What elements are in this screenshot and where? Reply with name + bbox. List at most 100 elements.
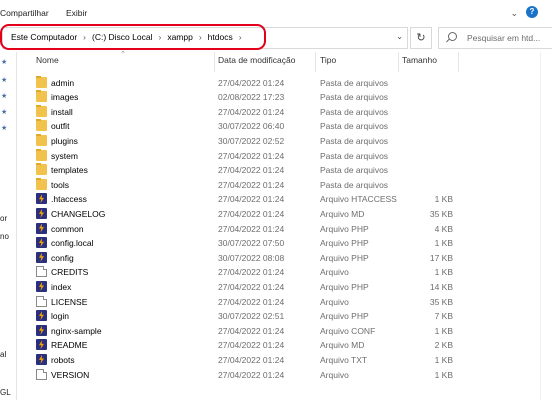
list-item[interactable]: config 30/07/2022 08:08 Arquivo PHP 17 KB — [30, 251, 460, 266]
file-type: Pasta de arquivos — [320, 121, 389, 132]
search-icon — [448, 32, 457, 41]
list-item[interactable]: nginx-sample 27/04/2022 01:24 Arquivo CONF… — [30, 324, 460, 339]
file-name: LICENSE — [51, 296, 88, 307]
list-item[interactable]: .htaccess 27/04/2022 01:24 Arquivo HTACCES… — [30, 192, 460, 207]
file-type: Arquivo MD — [320, 208, 365, 219]
file-name: nginx-sample — [51, 325, 102, 336]
file-name: plugins — [51, 135, 78, 146]
file-type: Arquivo PHP — [320, 311, 369, 322]
file-type: Arquivo PHP — [320, 238, 369, 249]
file-name: images — [51, 92, 79, 103]
column-divider[interactable] — [214, 52, 215, 72]
file-size: 1 KB — [434, 325, 453, 336]
file-type: Arquivo — [320, 296, 349, 307]
file-date: 27/04/2022 01:24 — [218, 369, 285, 380]
list-item[interactable]: README 27/04/2022 01:24 Arquivo MD 2 KB — [30, 338, 460, 353]
xampp-file-icon — [36, 222, 47, 234]
list-item[interactable]: install 27/04/2022 01:24 Pasta de arquivos — [30, 104, 460, 120]
column-divider[interactable] — [458, 52, 459, 72]
xampp-file-icon — [36, 207, 47, 219]
nav-item-cropped[interactable]: al — [0, 350, 6, 359]
nav-item-cropped[interactable]: no — [0, 232, 9, 241]
file-date: 27/04/2022 01:24 — [218, 77, 285, 88]
file-type: Arquivo PHP — [320, 281, 369, 292]
file-size: 35 KB — [429, 296, 453, 307]
folder-icon — [36, 119, 47, 132]
list-item[interactable]: login 30/07/2022 02:51 Arquivo PHP 7 KB — [30, 309, 460, 324]
file-type: Pasta de arquivos — [320, 135, 389, 146]
list-item[interactable]: robots 27/04/2022 01:24 Arquivo TXT 1 KB — [30, 353, 460, 368]
list-item[interactable]: tools 27/04/2022 01:24 Pasta de arquivos — [30, 177, 460, 193]
list-item[interactable]: VERSION 27/04/2022 01:24 Arquivo 1 KB — [30, 368, 460, 383]
column-header-size[interactable]: Tamanho — [402, 55, 437, 65]
file-type: Arquivo PHP — [320, 252, 369, 263]
nav-item-cropped[interactable]: GL — [0, 388, 11, 397]
pin-icon[interactable]: ★ — [1, 124, 7, 132]
list-item[interactable]: admin 27/04/2022 01:24 Pasta de arquivos — [30, 75, 460, 91]
pin-icon[interactable]: ★ — [1, 92, 7, 100]
search-input[interactable]: Pesquisar em htd... — [438, 27, 552, 49]
file-name: outfit — [51, 121, 70, 132]
file-type: Pasta de arquivos — [320, 77, 389, 88]
file-type: Arquivo CONF — [320, 325, 376, 336]
file-date: 02/08/2022 17:23 — [218, 92, 285, 103]
file-name: common — [51, 223, 84, 234]
file-type: Arquivo — [320, 267, 349, 278]
tab-exibir[interactable]: Exibir — [66, 8, 87, 18]
file-type: Pasta de arquivos — [320, 165, 389, 176]
list-item[interactable]: CHANGELOG 27/04/2022 01:24 Arquivo MD 35 KB — [30, 207, 460, 222]
file-date: 30/07/2022 02:51 — [218, 311, 285, 322]
file-date: 27/04/2022 01:24 — [218, 340, 285, 351]
nav-item-cropped[interactable]: or — [0, 214, 7, 223]
list-item[interactable]: LICENSE 27/04/2022 01:24 Arquivo 35 KB — [30, 295, 460, 310]
file-date: 30/07/2022 02:52 — [218, 135, 285, 146]
column-divider[interactable] — [315, 52, 316, 72]
file-type: Arquivo TXT — [320, 354, 368, 365]
folder-icon — [36, 148, 47, 161]
list-item[interactable]: config.local 30/07/2022 07:50 Arquivo PHP 1… — [30, 236, 460, 251]
xampp-file-icon — [36, 339, 47, 351]
tab-compartilhar[interactable]: Compartilhar — [0, 8, 49, 18]
list-item[interactable]: common 27/04/2022 01:24 Arquivo PHP 4 KB — [30, 222, 460, 237]
xampp-file-icon — [36, 237, 47, 249]
xampp-file-icon — [36, 324, 47, 336]
folder-icon — [36, 133, 47, 146]
pin-icon[interactable]: ★ — [1, 58, 7, 66]
file-date: 27/04/2022 01:24 — [218, 296, 285, 307]
list-item[interactable]: templates 27/04/2022 01:24 Pasta de arquiv… — [30, 163, 460, 178]
list-item[interactable]: index 27/04/2022 01:24 Arquivo PHP 14 KB — [30, 280, 460, 295]
file-date: 30/07/2022 08:08 — [218, 252, 285, 263]
column-header-type[interactable]: Tipo — [320, 55, 336, 65]
file-size: 4 KB — [434, 223, 453, 234]
refresh-button[interactable]: ↻ — [410, 27, 432, 49]
file-type: Pasta de arquivos — [320, 92, 389, 103]
address-history-dropdown-icon[interactable]: ⌄ — [396, 32, 403, 41]
file-name: README — [51, 340, 88, 351]
list-item[interactable]: CREDITS 27/04/2022 01:24 Arquivo 1 KB — [30, 265, 460, 280]
file-size: 2 KB — [434, 340, 453, 351]
column-header-name[interactable]: Nome — [36, 55, 59, 65]
column-header-date[interactable]: Data de modificação — [218, 55, 296, 65]
list-item[interactable]: plugins 30/07/2022 02:52 Pasta de arquivos — [30, 133, 460, 149]
file-name: tools — [51, 179, 69, 190]
list-item[interactable]: outfit 30/07/2022 06:40 Pasta de arquivos — [30, 119, 460, 134]
chevron-down-icon[interactable]: ⌄ — [510, 8, 518, 19]
list-item[interactable]: images 02/08/2022 17:23 Pasta de arquivos — [30, 90, 460, 105]
address-highlight-annotation — [0, 24, 266, 50]
pin-icon[interactable]: ★ — [1, 76, 7, 84]
file-size: 1 KB — [434, 267, 453, 278]
file-date: 27/04/2022 01:24 — [218, 267, 285, 278]
file-name: VERSION — [51, 369, 90, 380]
file-type: Pasta de arquivos — [320, 106, 389, 117]
ribbon-tabs: Compartilhar Exibir ⌄ ? — [0, 0, 552, 26]
pin-icon[interactable]: ★ — [1, 108, 7, 116]
folder-icon — [36, 90, 47, 103]
column-divider[interactable] — [398, 52, 399, 72]
list-item[interactable]: system 27/04/2022 01:24 Pasta de arquivos — [30, 148, 460, 164]
file-name: admin — [51, 77, 75, 88]
file-name: system — [51, 150, 78, 161]
pane-edge — [540, 52, 541, 400]
file-type: Arquivo — [320, 369, 349, 380]
help-icon[interactable]: ? — [526, 6, 538, 18]
folder-icon — [36, 104, 47, 117]
